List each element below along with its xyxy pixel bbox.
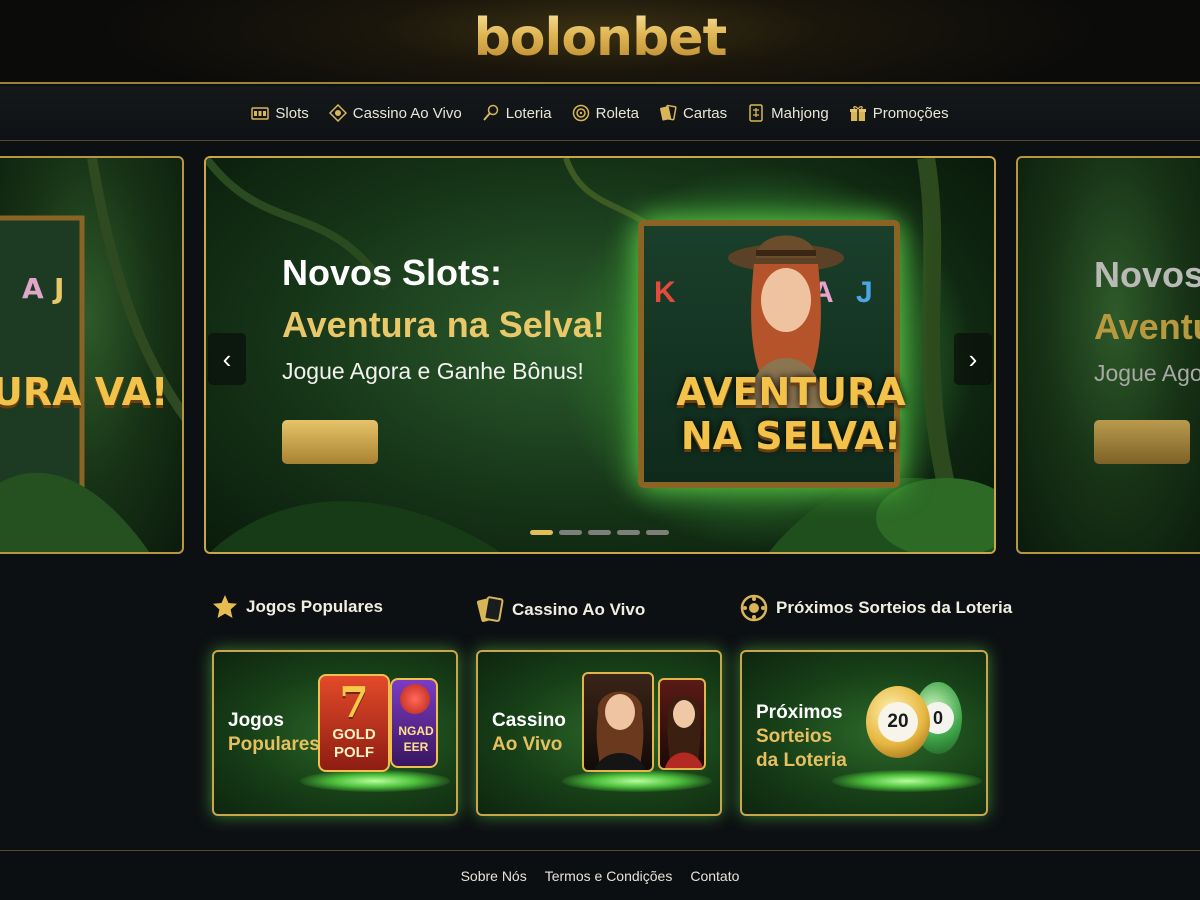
section-heading-label: Cassino Ao Vivo	[512, 600, 646, 619]
carousel-prev-button[interactable]: ‹	[208, 333, 246, 385]
carousel-pagination	[530, 530, 669, 535]
carousel-dot[interactable]	[559, 530, 582, 535]
card-lottery-draws[interactable]: Próximos Sorteios da Loteria 0 20	[740, 650, 988, 816]
nav-label: Slots	[275, 104, 309, 122]
slide-title-line2: Aventura na Selva!	[282, 304, 605, 345]
footer-link-about[interactable]: Sobre Nós	[461, 868, 527, 884]
side-title-line2: Aventu	[1094, 306, 1200, 347]
reel-symbol: K	[654, 276, 676, 309]
carousel-dot[interactable]	[617, 530, 640, 535]
card-title-line2: Ao Vivo	[492, 734, 563, 755]
nav-label: Promoções	[872, 104, 949, 122]
dealer-avatar	[595, 691, 645, 770]
side-play-button[interactable]	[1094, 420, 1190, 464]
jungle-art-left: A J	[0, 158, 182, 552]
site-header: bolonbet	[0, 0, 1200, 84]
nav-item-lottery[interactable]: Loteria	[482, 104, 552, 122]
nav-label: Cartas	[682, 104, 728, 122]
svg-text:A: A	[22, 272, 44, 305]
gift-icon	[849, 106, 866, 121]
live-dealer-tile-1	[582, 672, 654, 772]
section-heading-label: Próximos Sorteios da Loteria	[776, 598, 1013, 617]
star-icon	[213, 595, 237, 618]
card-title-line1: Próximos	[756, 702, 843, 723]
reel-symbol: J	[856, 276, 873, 309]
gold-polf-game-tile: 7 GOLD POLF	[318, 674, 390, 772]
section-heading-popular: Jogos Populares	[212, 594, 383, 620]
section-heading-lottery: Próximos Sorteios da Loteria	[740, 594, 1012, 622]
game-tile-text: EER	[403, 740, 429, 754]
nav-item-promotions[interactable]: Promoções	[849, 104, 949, 122]
chevron-right-icon: ›	[968, 343, 978, 374]
play-now-button[interactable]	[282, 420, 378, 464]
chevron-left-icon: ‹	[222, 343, 232, 374]
live-dealer-tile-2	[658, 678, 706, 770]
section-heading-live-casino: Cassino Ao Vivo	[476, 594, 645, 626]
nav-item-mahjong[interactable]: Mahjong	[747, 104, 829, 122]
card-live-casino[interactable]: Cassino Ao Vivo	[476, 650, 722, 816]
mahjong-icon	[749, 104, 763, 122]
nav-label: Mahjong	[771, 104, 829, 122]
carousel-slide-next[interactable]: Novos S Aventu Jogue Ago	[1016, 156, 1200, 554]
game-tile-text: POLF	[334, 744, 374, 761]
carousel-dot[interactable]	[588, 530, 611, 535]
footer-link-contact[interactable]: Contato	[690, 868, 739, 884]
cards-icon	[476, 596, 504, 622]
cards-icon	[659, 104, 677, 121]
lottery-ball-gold: 20	[866, 686, 930, 758]
nav-label: Cassino Ao Vivo	[352, 104, 462, 122]
nav-item-roulette[interactable]: Roleta	[572, 104, 639, 122]
card-pedestal-glow	[562, 770, 712, 792]
dealer-avatar	[665, 696, 703, 768]
card-title-line3: da Loteria	[756, 750, 847, 771]
card-title-line1: Cassino	[492, 710, 566, 731]
section-heading-label: Jogos Populares	[246, 597, 383, 616]
card-pedestal-glow	[832, 770, 982, 792]
card-pedestal-glow	[300, 770, 450, 792]
card-title-line1: Jogos	[228, 710, 284, 731]
side-subtitle: Jogue Ago	[1094, 360, 1200, 386]
carousel-dot[interactable]	[530, 530, 553, 535]
brand-logo[interactable]: bolonbet	[474, 8, 728, 68]
side-title-line1: Novos S	[1094, 254, 1200, 295]
fruit-game-tile: NGAD EER	[390, 678, 438, 768]
lottery-ball-icon	[740, 594, 768, 622]
main-nav: Slots Cassino Ao Vivo Loteria Roleta Car…	[0, 86, 1200, 141]
card-title-line2: Sorteios	[756, 726, 833, 747]
chip-icon	[328, 104, 347, 122]
nav-item-cards[interactable]: Cartas	[659, 104, 727, 122]
nav-label: Loteria	[505, 104, 552, 122]
fruit-icon	[400, 684, 430, 714]
carousel-dot[interactable]	[646, 530, 669, 535]
svg-text:J: J	[52, 272, 64, 305]
carousel-next-button[interactable]: ›	[954, 333, 992, 385]
lucky-seven-icon: 7	[339, 678, 369, 727]
card-popular-games[interactable]: Jogos Populares 7 GOLD POLF NGAD EER	[212, 650, 458, 816]
side-art-text: URA VA!	[0, 370, 169, 414]
carousel-slide-active[interactable]: K A J AVENTURA NA SELVA! Novos Slots: Av…	[204, 156, 996, 554]
nav-item-live-casino[interactable]: Cassino Ao Vivo	[328, 104, 462, 122]
ball-number: 20	[878, 702, 918, 742]
game-tile-text: GOLD	[332, 726, 376, 743]
card-title-line2: Populares	[228, 734, 320, 755]
slide-title-line1: Novos Slots:	[282, 252, 503, 293]
slide-subtitle: Jogue Agora e Ganhe Bônus!	[282, 358, 584, 384]
game-art-title: AVENTURA NA SELVA!	[676, 370, 906, 458]
roulette-icon	[572, 104, 589, 122]
game-tile-text: NGAD	[398, 724, 434, 738]
site-footer: Sobre Nós Termos e Condições Contato	[0, 850, 1200, 900]
nav-item-slots[interactable]: Slots	[251, 104, 309, 122]
lottery-icon	[482, 104, 498, 121]
slot-machine-icon	[251, 107, 270, 120]
footer-link-terms[interactable]: Termos e Condições	[545, 868, 673, 884]
carousel-slide-prev[interactable]: A J URA VA!	[0, 156, 184, 554]
nav-label: Roleta	[595, 104, 639, 122]
